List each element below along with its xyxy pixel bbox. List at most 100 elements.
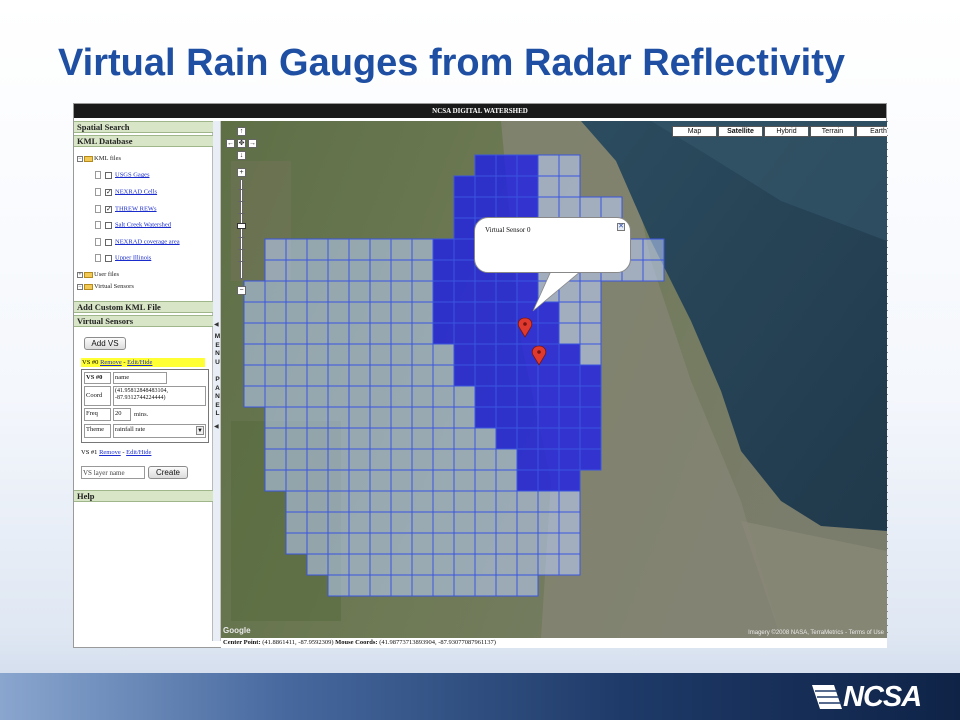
help-header[interactable]: Help bbox=[74, 490, 213, 502]
vs1-row: VS #1 Remove - Edit/Hide bbox=[81, 449, 152, 456]
menu-panel-letter: A bbox=[215, 384, 220, 392]
vs0-freq-input[interactable]: 20 bbox=[113, 408, 131, 421]
vs0-freq-label: Freq bbox=[84, 408, 111, 421]
tree-item-upper-illinois[interactable]: Upper Illinois bbox=[95, 254, 151, 262]
vs0-theme-select[interactable]: rainfall rate ▼ bbox=[113, 424, 206, 438]
tree-item-usgs-gages[interactable]: USGS Gages bbox=[95, 171, 150, 179]
vs-layer-name-input[interactable]: VS layer name bbox=[81, 466, 145, 479]
menu-panel-letter: U bbox=[215, 358, 220, 366]
app-title: NCSA DIGITAL WATERSHED bbox=[74, 104, 886, 118]
tree-item-salt-creek[interactable]: Salt Creek Watershed bbox=[95, 221, 171, 229]
vs1-edit-hide-link[interactable]: Edit/Hide bbox=[126, 449, 151, 456]
checkbox-usgs-gages[interactable] bbox=[105, 171, 112, 179]
map-type-bar: Map Satellite Hybrid Terrain Earth bbox=[672, 126, 887, 137]
add-vs-button[interactable]: Add VS bbox=[84, 337, 126, 350]
tree-kml-files[interactable]: − KML files bbox=[77, 155, 121, 162]
popup-text: Virtual Sensor 0 bbox=[485, 226, 531, 234]
zoom-tick bbox=[238, 213, 245, 214]
popup-tail bbox=[532, 270, 583, 312]
arrow-left-icon[interactable]: ← bbox=[226, 139, 235, 148]
checkbox-upper-illinois[interactable] bbox=[105, 254, 112, 262]
menu-panel-letter: N bbox=[215, 350, 220, 358]
vs0-remove-link[interactable]: Remove bbox=[100, 359, 122, 366]
file-icon bbox=[95, 254, 101, 262]
tree-item-threw-rews[interactable]: ✓ THREW REWs bbox=[95, 205, 157, 213]
menu-panel-letter: E bbox=[215, 341, 220, 349]
arrow-down-icon[interactable]: ↓ bbox=[237, 151, 246, 160]
collapse-icon[interactable]: − bbox=[77, 283, 83, 290]
expand-icon[interactable]: + bbox=[77, 271, 83, 278]
folder-icon bbox=[84, 283, 93, 290]
menu-panel-letter: E bbox=[215, 401, 220, 409]
menu-panel-letter: P bbox=[215, 375, 220, 383]
map-view[interactable]: Virtual Sensor 0 ✕ Map Satellite Hybrid … bbox=[221, 121, 887, 638]
map-type-satellite[interactable]: Satellite bbox=[718, 126, 763, 137]
zoom-tick bbox=[238, 189, 245, 190]
vs1-remove-link[interactable]: Remove bbox=[99, 449, 121, 456]
zoom-slider-handle[interactable] bbox=[237, 223, 246, 229]
tree-user-files[interactable]: + User files bbox=[77, 271, 119, 278]
file-icon bbox=[95, 221, 101, 229]
menu-panel-letter: N bbox=[215, 393, 220, 401]
collapse-icon[interactable]: − bbox=[77, 155, 83, 162]
zoom-out-icon[interactable]: − bbox=[237, 286, 246, 295]
map-type-hybrid[interactable]: Hybrid bbox=[764, 126, 809, 137]
file-icon bbox=[95, 238, 101, 246]
vs0-properties-table: VS #0 name Coord (41.95812848483104, -87… bbox=[81, 369, 209, 443]
center-icon[interactable]: ✥ bbox=[237, 139, 246, 148]
mouse-coords-value: (41.98773713893904, -87.93077087961137) bbox=[379, 639, 496, 646]
zoom-slider[interactable] bbox=[240, 179, 243, 279]
sensor-marker-icon[interactable] bbox=[517, 317, 533, 338]
status-bar: Center Point: (41.8861411, -87.9592309) … bbox=[221, 638, 887, 648]
file-icon bbox=[95, 171, 101, 179]
checkbox-threw-rews[interactable]: ✓ bbox=[105, 205, 112, 213]
vs0-row: VS #0 Remove - Edit/Hide bbox=[81, 358, 205, 367]
menu-panel-toggle[interactable]: ◀ MENU PANEL ◀ bbox=[213, 121, 221, 641]
collapse-left-icon-bottom[interactable]: ◀ bbox=[214, 423, 219, 430]
folder-icon bbox=[84, 271, 93, 278]
vs0-coord-value: (41.95812848483104, -87.9312744224444) bbox=[113, 386, 206, 406]
arrow-right-icon[interactable]: → bbox=[248, 139, 257, 148]
virtual-sensor-popup[interactable]: Virtual Sensor 0 ✕ bbox=[474, 217, 631, 273]
chevron-down-icon[interactable]: ▼ bbox=[196, 426, 204, 435]
menu-panel-letter: L bbox=[215, 410, 220, 418]
sensor-marker-icon-2[interactable] bbox=[531, 345, 547, 366]
checkbox-nexrad-cells[interactable]: ✓ bbox=[105, 188, 112, 196]
folder-icon bbox=[84, 155, 93, 162]
map-type-map[interactable]: Map bbox=[672, 126, 717, 137]
zoom-in-icon[interactable]: + bbox=[237, 168, 246, 177]
virtual-sensors-header[interactable]: Virtual Sensors bbox=[74, 315, 213, 327]
vs0-theme-label: Theme bbox=[84, 424, 111, 438]
create-button[interactable]: Create bbox=[148, 466, 188, 479]
sidebar: Spatial Search KML Database − KML files U… bbox=[74, 121, 213, 641]
tree-item-nexrad-coverage[interactable]: NEXRAD coverage area bbox=[95, 238, 180, 246]
checkbox-nexrad-coverage[interactable] bbox=[105, 238, 112, 246]
arrow-up-icon[interactable]: ↑ bbox=[237, 127, 246, 136]
zoom-tick bbox=[238, 249, 245, 250]
collapse-left-icon[interactable]: ◀ bbox=[214, 321, 219, 328]
add-custom-kml-header[interactable]: Add Custom KML File bbox=[74, 301, 213, 313]
vs0-freq-unit: mins. bbox=[134, 411, 149, 418]
kml-database-header[interactable]: KML Database bbox=[74, 135, 213, 147]
tree-item-nexrad-cells[interactable]: ✓ NEXRAD Cells bbox=[95, 188, 157, 196]
map-scroll-rail bbox=[887, 121, 888, 638]
file-icon bbox=[95, 188, 101, 196]
app-window: NCSA DIGITAL WATERSHED Spatial Search KM… bbox=[73, 103, 888, 648]
tree-virtual-sensors[interactable]: − Virtual Sensors bbox=[77, 283, 134, 290]
zoom-tick bbox=[238, 237, 245, 238]
map-type-terrain[interactable]: Terrain bbox=[810, 126, 855, 137]
markers-layer bbox=[517, 270, 583, 366]
map-attribution: Imagery ©2008 NASA, TerraMetrics - Terms… bbox=[748, 630, 884, 636]
ncsa-logo-text: NCSA bbox=[843, 681, 922, 713]
menu-panel-label: MENU PANEL bbox=[214, 333, 221, 419]
vs0-label-cell: VS #0 bbox=[84, 372, 111, 384]
file-icon bbox=[95, 205, 101, 213]
spatial-search-header[interactable]: Spatial Search bbox=[74, 121, 213, 133]
vs0-name-input[interactable]: name bbox=[113, 372, 167, 384]
close-icon[interactable]: ✕ bbox=[617, 223, 625, 231]
map-type-earth[interactable]: Earth bbox=[856, 126, 887, 137]
checkbox-salt-creek[interactable] bbox=[105, 221, 112, 229]
zoom-tick bbox=[238, 201, 245, 202]
vs0-edit-hide-link[interactable]: Edit/Hide bbox=[127, 359, 152, 366]
slide-title: Virtual Rain Gauges from Radar Reflectiv… bbox=[58, 42, 845, 84]
